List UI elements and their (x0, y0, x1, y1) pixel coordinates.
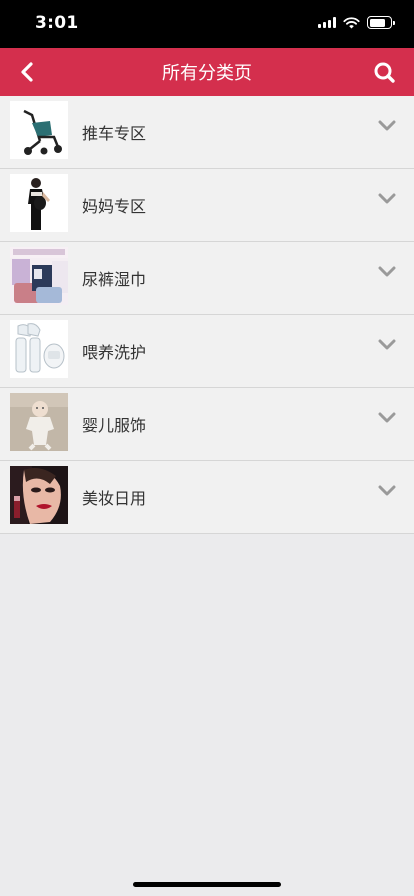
category-item-diapers[interactable]: 尿裤湿巾 (0, 242, 414, 315)
category-item-feeding[interactable]: 喂养洗护 (0, 315, 414, 388)
feeding-thumbnail (10, 320, 68, 378)
category-label: 妈妈专区 (82, 197, 147, 216)
chevron-down-icon[interactable] (378, 485, 396, 497)
home-indicator[interactable] (133, 882, 281, 887)
category-item-stroller[interactable]: 推车专区 (0, 96, 414, 169)
chevron-down-icon[interactable] (378, 266, 396, 278)
category-label: 尿裤湿巾 (82, 270, 147, 289)
battery-icon (367, 16, 395, 29)
status-time: 3:01 (35, 13, 79, 33)
wifi-icon (343, 16, 360, 28)
mom-thumbnail (10, 174, 68, 232)
cosmetics-thumbnail (10, 466, 68, 524)
chevron-down-icon[interactable] (378, 339, 396, 351)
chevron-down-icon[interactable] (378, 120, 396, 132)
cellular-signal-icon (318, 17, 336, 28)
status-icons (318, 16, 395, 29)
category-list: 推车专区 妈妈专区 尿裤湿巾 喂养洗护 婴儿服饰 美妆日用 (0, 96, 414, 534)
category-item-mom[interactable]: 妈妈专区 (0, 169, 414, 242)
search-icon[interactable] (372, 60, 398, 84)
status-bar: 3:01 (0, 0, 414, 48)
baby-clothing-thumbnail (10, 393, 68, 451)
category-item-cosmetics[interactable]: 美妆日用 (0, 461, 414, 534)
page-title: 所有分类页 (162, 63, 252, 84)
category-label: 推车专区 (82, 124, 147, 143)
category-label: 婴儿服饰 (82, 416, 147, 435)
stroller-thumbnail (10, 101, 68, 159)
chevron-down-icon[interactable] (378, 412, 396, 424)
header-bar: 所有分类页 (0, 48, 414, 96)
chevron-down-icon[interactable] (378, 193, 396, 205)
category-item-baby-clothing[interactable]: 婴儿服饰 (0, 388, 414, 461)
category-label: 美妆日用 (82, 489, 147, 508)
diapers-thumbnail (10, 247, 68, 305)
category-label: 喂养洗护 (82, 343, 147, 362)
